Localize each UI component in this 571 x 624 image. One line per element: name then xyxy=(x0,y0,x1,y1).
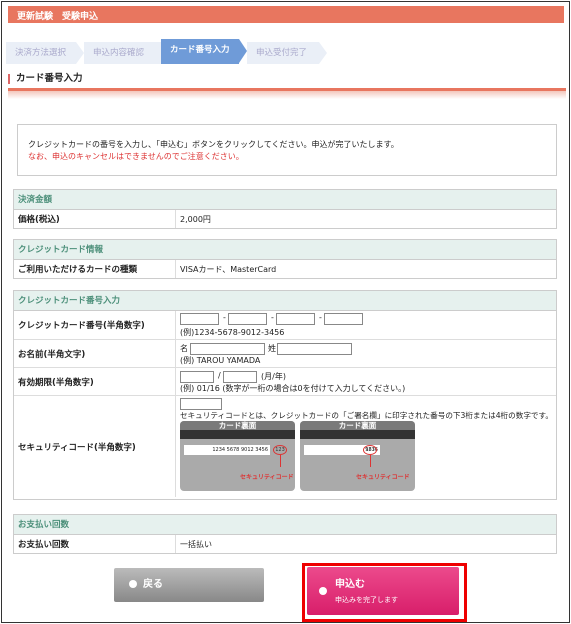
card-types-label: ご利用いただけるカードの種類 xyxy=(14,260,176,278)
notice-box: クレジットカードの番号を入力し、「申込む」ボタンをクリックしてください。申込が完… xyxy=(17,124,557,176)
notice-text: クレジットカードの番号を入力し、「申込む」ボタンをクリックしてください。申込が完… xyxy=(28,140,399,149)
card-number-row: クレジットカード番号(半角数字) - - - (例)1234-5678-9012… xyxy=(14,311,556,340)
card-back-illustration-2: カード裏面 9876 123 セキュリティコード xyxy=(300,421,415,491)
step-label: 申込受付完了 xyxy=(256,48,308,58)
card-back-illustration-1: カード裏面 1234 5678 9012 3456 123 セキュリティコード xyxy=(180,421,295,491)
section-title: カード番号入力 xyxy=(16,73,83,84)
first-name-input[interactable] xyxy=(190,343,265,355)
card-input-table: クレジットカード番号入力 クレジットカード番号(半角数字) - - - (例)1… xyxy=(13,290,557,500)
payment-header: 決済金額 xyxy=(14,190,556,210)
submit-button-sublabel: 申込みを完了します xyxy=(335,596,398,604)
name-label: お名前(半角文字) xyxy=(14,340,176,367)
expiry-month-input[interactable] xyxy=(180,371,214,383)
installments-table: お支払い回数 お支払い回数 一括払い xyxy=(13,514,557,554)
card-number-example: (例)1234-5678-9012-3456 xyxy=(180,328,285,337)
card-number-label: クレジットカード番号(半角数字) xyxy=(14,311,176,339)
submit-button[interactable]: 申込む 申込みを完了します xyxy=(307,567,459,615)
expiry-year-input[interactable] xyxy=(223,371,257,383)
step-label: 申込内容確認 xyxy=(93,48,145,58)
security-row: セキュリティコード(半角数字) セキュリティコードとは、クレジットカードの「ご署… xyxy=(14,396,556,497)
installments-row: お支払い回数 一括払い xyxy=(14,535,556,553)
card-number-input-4[interactable] xyxy=(324,313,363,325)
price-value: 2,000円 xyxy=(180,214,211,224)
step-label: 決済方法選択 xyxy=(15,48,67,58)
installments-label: お支払い回数 xyxy=(14,535,176,553)
expiry-label: 有効期限(半角数字) xyxy=(14,368,176,395)
card-number-input-2[interactable] xyxy=(228,313,267,325)
card-info-header: クレジットカード情報 xyxy=(14,240,556,260)
page-title-bar: 更新試験 受験申込 xyxy=(8,6,564,23)
step-complete: 申込受付完了 xyxy=(247,42,327,64)
back-arrow-icon xyxy=(129,580,137,588)
expiry-example: (例) 01/16 (数字が一桁の場合は0を付けて入力してください。) xyxy=(180,384,406,393)
card-number-input-1[interactable] xyxy=(180,313,219,325)
step-card-input: カード番号入力 xyxy=(161,39,247,64)
notice-warning: なお、申込のキャンセルはできませんのでご注意ください。 xyxy=(28,152,244,161)
card-input-header: クレジットカード番号入力 xyxy=(14,291,556,311)
security-code-input[interactable] xyxy=(180,398,222,410)
name-row: お名前(半角文字) 名 姓 (例) TAROU YAMADA xyxy=(14,340,556,368)
submit-arrow-icon xyxy=(319,587,327,595)
price-label: 価格(税込) xyxy=(14,210,176,228)
page-title: 更新試験 受験申込 xyxy=(17,12,99,22)
progress-steps: 決済方法選択 申込内容確認 カード番号入力 申込受付完了 xyxy=(6,39,566,66)
payment-table: 決済金額 価格(税込) 2,000円 xyxy=(13,189,557,229)
expiry-unit: (月/年) xyxy=(261,372,286,381)
back-button[interactable]: 戻る xyxy=(114,568,264,602)
card-info-table: クレジットカード情報 ご利用いただけるカードの種類 VISAカード、Master… xyxy=(13,239,557,279)
last-name-input[interactable] xyxy=(277,343,352,355)
installments-header: お支払い回数 xyxy=(14,515,556,535)
card-types-row: ご利用いただけるカードの種類 VISAカード、MasterCard xyxy=(14,260,556,278)
step-confirm: 申込内容確認 xyxy=(84,42,169,64)
name-example: (例) TAROU YAMADA xyxy=(180,356,261,365)
back-button-label: 戻る xyxy=(143,579,163,590)
security-desc: セキュリティコードとは、クレジットカードの「ご署名欄」に印字された番号の下3桁ま… xyxy=(180,411,553,420)
security-label: セキュリティコード(半角数字) xyxy=(14,396,176,497)
payment-row: 価格(税込) 2,000円 xyxy=(14,210,556,228)
installments-value: 一括払い xyxy=(180,539,212,549)
card-number-input-3[interactable] xyxy=(276,313,315,325)
card-types-value: VISAカード、MasterCard xyxy=(180,264,277,274)
submit-button-label: 申込む xyxy=(335,579,365,590)
step-payment-method: 決済方法選択 xyxy=(6,42,84,64)
step-label: カード番号入力 xyxy=(170,45,230,55)
expiry-row: 有効期限(半角数字) / (月/年) (例) 01/16 (数字が一桁の場合は0… xyxy=(14,368,556,396)
